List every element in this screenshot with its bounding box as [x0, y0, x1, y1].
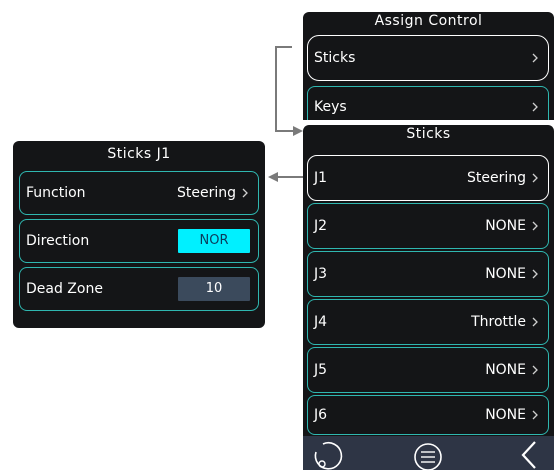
stick-row-label: J4 [314, 314, 328, 330]
deadzone-value[interactable]: 10 [178, 277, 250, 301]
stick-row-j2[interactable]: J2 NONE [307, 203, 549, 249]
stick-row-value: NONE [485, 407, 526, 423]
function-value: Steering [176, 185, 236, 201]
stick-row-j1[interactable]: J1 Steering [307, 155, 549, 201]
stick-row-j6[interactable]: J6 NONE [307, 395, 549, 435]
chevron-right-icon [530, 100, 540, 114]
chevron-right-icon [530, 363, 540, 377]
sticks-j1-title: Sticks J1 [107, 146, 171, 162]
stick-row-label: J1 [314, 170, 328, 186]
stick-row-value: Throttle [471, 314, 526, 330]
stick-row-value: Steering [466, 170, 526, 186]
direction-row[interactable]: Direction NOR [19, 219, 259, 263]
assign-control-title: Assign Control [374, 13, 483, 29]
deadzone-row[interactable]: Dead Zone 10 [19, 267, 259, 311]
stick-row-label: J3 [314, 266, 328, 282]
chevron-right-icon [530, 51, 540, 65]
chevron-right-icon [530, 315, 540, 329]
chevron-right-icon [530, 171, 540, 185]
function-row[interactable]: Function Steering [19, 171, 259, 215]
menu-icon[interactable] [411, 440, 445, 470]
direction-label: Direction [26, 233, 90, 249]
assign-item-keys[interactable]: Keys [307, 86, 549, 120]
chevron-right-icon [240, 186, 250, 200]
chevron-right-icon [530, 219, 540, 233]
bottom-toolbar [303, 436, 554, 470]
stick-row-label: J5 [314, 362, 328, 378]
stick-row-label: J6 [314, 407, 328, 423]
sticks-j1-detail-panel: Sticks J1 Function Steering Direction NO… [13, 141, 265, 328]
stick-row-value: NONE [485, 218, 526, 234]
assign-control-panel: Assign Control Sticks Keys [303, 12, 554, 120]
deadzone-label: Dead Zone [26, 281, 103, 297]
stick-row-label: J2 [314, 218, 328, 234]
reset-icon[interactable] [311, 440, 345, 470]
function-label: Function [26, 185, 86, 201]
stick-row-j5[interactable]: J5 NONE [307, 347, 549, 393]
chevron-right-icon [530, 267, 540, 281]
stick-row-j3[interactable]: J3 NONE [307, 251, 549, 297]
stick-row-value: NONE [485, 362, 526, 378]
back-icon[interactable] [517, 439, 541, 470]
assign-item-sticks[interactable]: Sticks [307, 35, 549, 81]
assign-item-keys-label: Keys [314, 99, 347, 115]
stick-row-j4[interactable]: J4 Throttle [307, 299, 549, 345]
sticks-panel-title: Sticks [406, 126, 451, 142]
direction-value[interactable]: NOR [178, 229, 250, 253]
stick-row-value: NONE [485, 266, 526, 282]
sticks-panel: Sticks J1 Steering J2 NONE J3 NONE J4 Th… [303, 125, 554, 470]
assign-item-sticks-label: Sticks [314, 50, 356, 66]
chevron-right-icon [530, 408, 540, 422]
